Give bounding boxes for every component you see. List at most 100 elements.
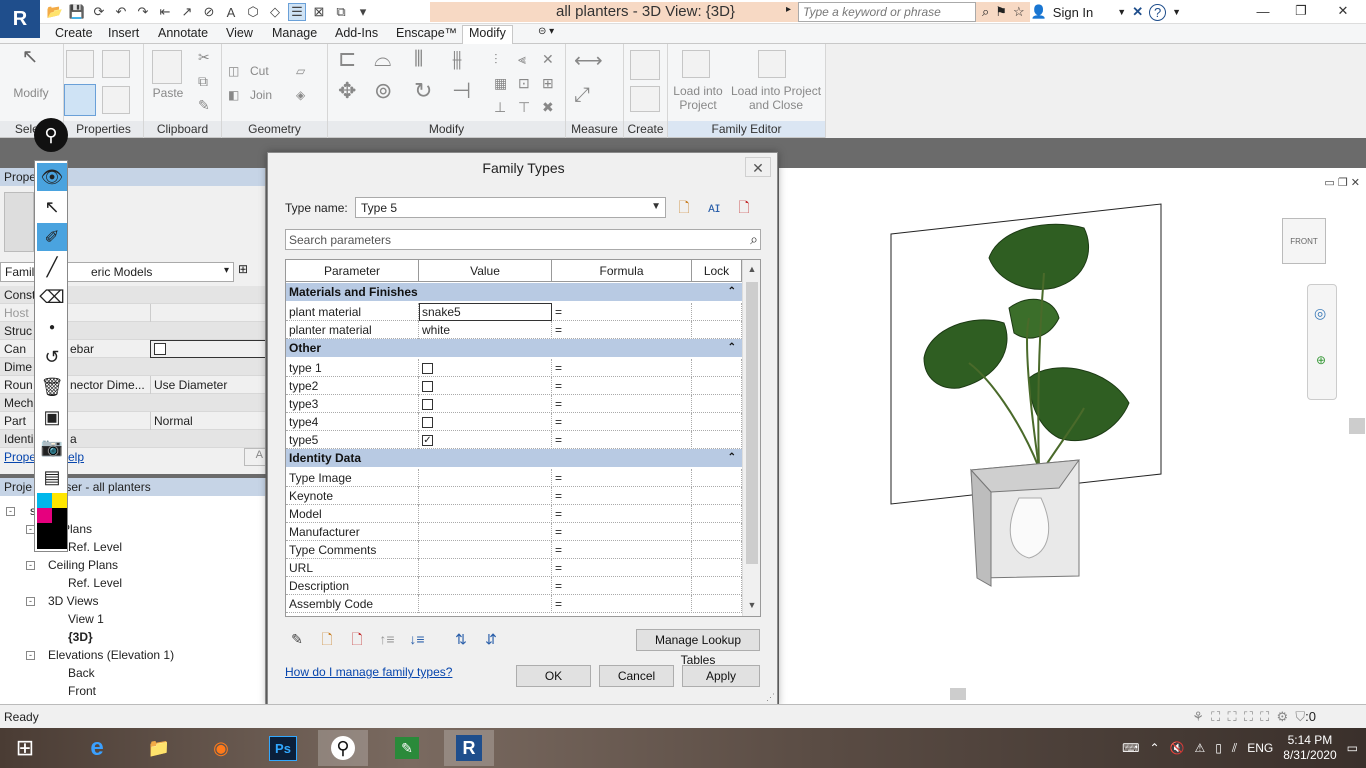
array-icon[interactable]: ▦ [494,76,507,90]
sort-descending-icon[interactable]: ⇵ [481,629,501,649]
extend-icon[interactable]: ⊤ [518,100,530,114]
ok-button[interactable]: OK [516,665,591,687]
move-up-icon[interactable]: ↑≡ [377,629,397,649]
minimize-view-icon[interactable]: ▭ [1324,177,1334,189]
parameter-formula[interactable]: = [552,431,692,449]
help-link[interactable]: How do I manage family types? [285,665,452,679]
scroll-thumb[interactable] [950,688,966,700]
paint-icon[interactable]: ▱ [296,64,305,78]
create-group-icon[interactable] [630,86,660,112]
parameter-group-header[interactable]: Identity Data ⌃ [286,449,742,467]
parameter-formula[interactable]: = [552,541,692,559]
offset-icon[interactable]: ⌓ [374,48,391,70]
cancel-button[interactable]: Cancel [599,665,674,687]
clipboard-icon[interactable]: ▤ [37,463,67,491]
revit-taskbar-icon[interactable]: R [444,730,494,766]
dot-icon[interactable]: ● [37,313,67,341]
vertical-scroll-thumb[interactable] [1349,418,1365,434]
pin-icon[interactable]: ⊞ [542,76,554,90]
load-into-project-button[interactable]: Load into Project [668,84,728,112]
thin-lines-icon[interactable]: ☰ [288,3,306,21]
parameter-checkbox[interactable] [422,381,433,392]
split-icon[interactable]: ⫶ [494,52,498,66]
family-types-icon[interactable] [102,50,130,78]
search-parameters-input[interactable]: Search parameters ⌕ [285,229,761,250]
tab-manage[interactable]: Manage [272,26,317,44]
properties-help-link[interactable]: Prope [4,450,36,464]
parameter-lock[interactable] [692,523,742,541]
parameter-formula[interactable]: = [552,487,692,505]
tree-item[interactable]: {3D} [68,630,93,644]
parameter-lock[interactable] [692,577,742,595]
parameter-formula[interactable]: = [552,359,692,377]
measure-distance-icon[interactable]: ⟷ [574,51,603,71]
parameter-group-header[interactable]: Materials and Finishes ⌃ [286,283,742,301]
filter-icon[interactable]: ⛉ [1295,709,1305,724]
tree-toggle-icon[interactable]: - [26,561,35,570]
worksharing-icon[interactable]: ⚘ [1192,709,1204,724]
rename-type-icon[interactable]: ᴀɪ [704,197,724,217]
internet-explorer-icon[interactable]: e [72,730,122,766]
planter-model[interactable] [879,198,1179,588]
split-face-icon[interactable]: ◈ [296,88,305,102]
zoom-icon[interactable]: ⊕ [1316,353,1326,367]
parameter-row[interactable]: Keynote = [286,487,742,505]
parameter-formula[interactable]: = [552,523,692,541]
collapse-icon[interactable]: ⌃ [728,283,736,301]
apply-button[interactable]: A [244,448,265,466]
current-color-swatch[interactable] [37,523,67,549]
delete-icon[interactable]: ✖ [542,100,554,114]
grid-vertical-scrollbar[interactable]: ▲ ▼ [742,260,760,616]
volume-icon[interactable]: 🔇 [1170,741,1185,755]
magenta-swatch[interactable] [37,508,52,523]
black-swatch[interactable] [52,508,67,523]
eye-icon[interactable]: 👁 [37,163,67,191]
tree-item[interactable]: Ref. Level [68,576,122,590]
parameter-row[interactable]: planter material white = [286,321,742,339]
copy-icon[interactable]: ⧉ [198,74,208,88]
undo-draw-icon[interactable]: ↺ [37,343,67,371]
parameter-value[interactable] [419,395,552,413]
mirror-axis-icon[interactable]: ⫴ [414,48,423,70]
parameter-formula[interactable]: = [552,321,692,339]
eraser-icon[interactable]: ⌫ [37,283,67,311]
create-similar-icon[interactable] [630,50,660,80]
save-icon[interactable]: 💾 [68,3,86,21]
parameter-value[interactable] [419,577,552,595]
parameter-formula[interactable]: = [552,505,692,523]
resize-grip-icon[interactable]: ⋰ [766,692,775,703]
tree-item[interactable]: Back [68,666,95,680]
tag-icon[interactable]: ⊘ [200,3,218,21]
tree-item[interactable]: Ref. Level [68,540,122,554]
close-view-icon[interactable]: ✕ [1351,177,1360,189]
join-geometry-button[interactable]: Join [250,88,272,102]
parameter-lock[interactable] [692,505,742,523]
delete-type-icon[interactable]: 🗋 [734,197,754,217]
move-icon[interactable]: ✥ [338,80,356,102]
tab-create[interactable]: Create [55,26,93,44]
section-icon[interactable]: ◇ [266,3,284,21]
parameter-row[interactable]: Model = [286,505,742,523]
parameter-lock[interactable] [692,395,742,413]
language-indicator[interactable]: ENG [1247,741,1273,755]
parameter-formula[interactable]: = [552,413,692,431]
load-into-project-close-button[interactable]: Load into Project and Close [726,84,826,112]
text-icon[interactable]: A [222,3,240,21]
close-icon[interactable]: ✕ [1320,0,1366,22]
parameter-lock[interactable] [692,431,742,449]
parameter-value[interactable] [419,359,552,377]
trim-icon[interactable]: ⊣ [452,80,471,102]
properties-help-link-2[interactable]: elp [68,450,84,464]
parameter-value[interactable] [419,469,552,487]
paste-button[interactable]: Paste [146,86,190,100]
parameter-row[interactable]: type5 ✓ = [286,431,742,449]
column-header-parameter[interactable]: Parameter [286,260,419,282]
chevron-right-icon[interactable]: ▸ [786,4,791,15]
match-properties-icon[interactable]: ✎ [198,98,210,112]
parameter-formula[interactable]: = [552,577,692,595]
tree-item[interactable]: View 1 [68,612,104,626]
notifications-icon[interactable]: ▭ [1347,741,1358,755]
tab-view[interactable]: View [226,26,253,44]
scroll-thumb[interactable] [746,282,758,564]
sign-in-link[interactable]: Sign In [1053,5,1093,20]
